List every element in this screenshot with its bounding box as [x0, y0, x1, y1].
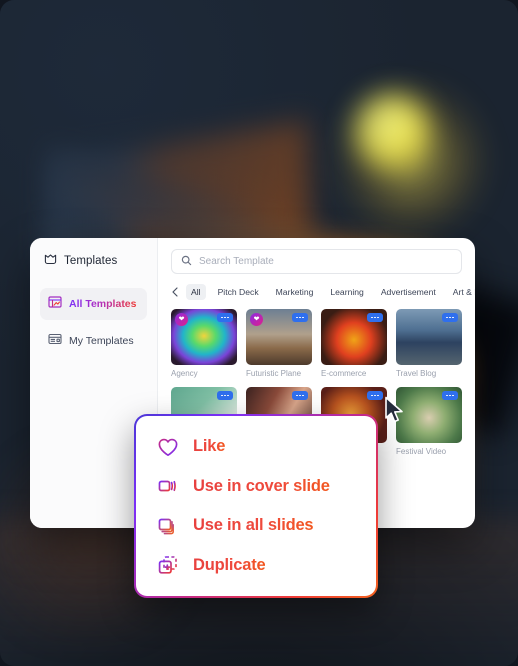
template-caption: E-commerce — [321, 369, 367, 378]
template-card-e-commerce[interactable]: E-commerce — [321, 309, 387, 378]
template-thumbnail[interactable]: ❤ — [171, 309, 237, 365]
all-slides-icon — [156, 514, 180, 538]
context-menu-item-use-in-all-slides[interactable]: Use in all slides — [136, 508, 376, 544]
tab-art-exhibition[interactable]: Art & Exhibition — [448, 284, 475, 300]
tab-advertisement[interactable]: Advertisement — [376, 284, 441, 300]
sidebar-item-my-templates-label: My Templates — [69, 335, 134, 347]
more-options-icon[interactable] — [367, 391, 383, 400]
liked-heart-icon[interactable]: ❤ — [250, 313, 263, 326]
my-templates-icon — [48, 332, 62, 350]
search-bar[interactable] — [171, 249, 462, 274]
sidebar-item-all-templates[interactable]: All Templates — [40, 288, 147, 320]
duplicate-icon — [156, 553, 180, 577]
tab-marketing[interactable]: Marketing — [271, 284, 319, 300]
sidebar-header-label: Templates — [64, 255, 118, 267]
tab-pitch-deck[interactable]: Pitch Deck — [213, 284, 264, 300]
context-menu-item-like-label: Like — [193, 437, 226, 456]
context-menu-item-use-in-all-slides-label: Use in all slides — [193, 516, 314, 535]
more-options-icon[interactable] — [292, 391, 308, 400]
context-menu-item-duplicate-label: Duplicate — [193, 555, 266, 574]
sidebar-item-my-templates[interactable]: My Templates — [40, 325, 147, 357]
tab-learning[interactable]: Learning — [325, 284, 368, 300]
mouse-cursor — [384, 396, 406, 426]
context-menu-item-use-in-cover-slide[interactable]: Use in cover slide — [136, 468, 376, 504]
search-icon — [181, 253, 192, 271]
template-caption: Travel Blog — [396, 369, 437, 378]
more-options-icon[interactable] — [442, 313, 458, 322]
template-caption: Festival Video — [396, 447, 447, 456]
context-menu-item-use-in-cover-slide-label: Use in cover slide — [193, 476, 330, 495]
template-thumbnail[interactable] — [396, 309, 462, 365]
cover-slide-icon — [156, 474, 180, 498]
more-options-icon[interactable] — [442, 391, 458, 400]
category-tabs: All Pitch Deck Marketing Learning Advert… — [171, 284, 475, 300]
template-card-agency[interactable]: ❤ Agency — [171, 309, 237, 378]
template-card-futuristic-plane[interactable]: ❤ Futuristic Plane — [246, 309, 312, 378]
template-grid-icon — [48, 295, 62, 313]
search-input[interactable] — [199, 256, 452, 267]
chevron-left-icon[interactable] — [171, 287, 179, 297]
sidebar-item-all-templates-label: All Templates — [69, 298, 137, 310]
more-options-icon[interactable] — [217, 313, 233, 322]
template-caption: Agency — [171, 369, 198, 378]
more-options-icon[interactable] — [292, 313, 308, 322]
more-options-icon[interactable] — [367, 313, 383, 322]
template-thumbnail[interactable] — [321, 309, 387, 365]
crown-icon — [44, 252, 57, 270]
liked-heart-icon[interactable]: ❤ — [175, 313, 188, 326]
sidebar-header: Templates — [40, 250, 147, 270]
template-thumbnail[interactable]: ❤ — [246, 309, 312, 365]
tab-all[interactable]: All — [186, 284, 206, 300]
heart-icon — [156, 435, 180, 459]
context-menu-item-like[interactable]: Like — [136, 429, 376, 465]
more-options-icon[interactable] — [217, 391, 233, 400]
template-caption: Futuristic Plane — [246, 369, 302, 378]
context-menu-item-duplicate[interactable]: Duplicate — [136, 547, 376, 583]
context-menu: Like Use in cover slide Use in all slide… — [134, 414, 378, 598]
template-card-travel-blog[interactable]: Travel Blog — [396, 309, 462, 378]
